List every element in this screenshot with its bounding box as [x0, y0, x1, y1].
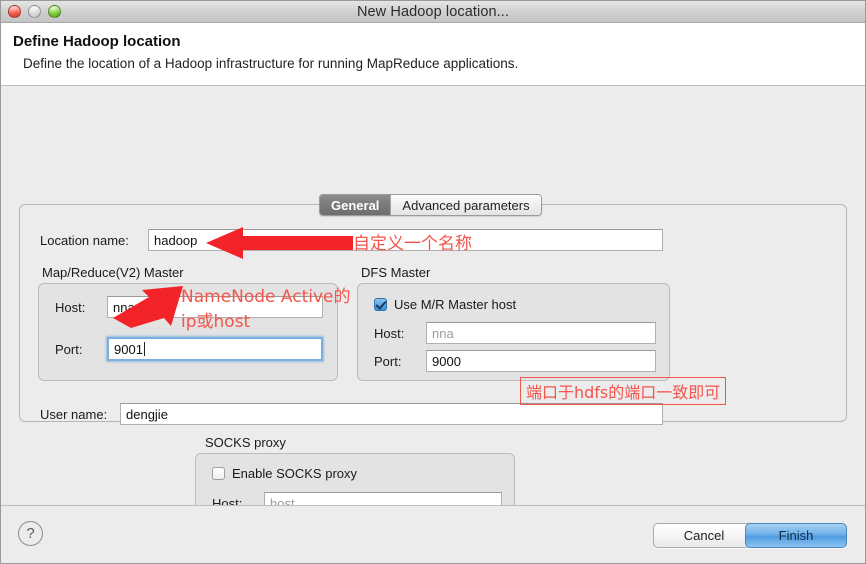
- minimize-window-button[interactable]: [28, 5, 41, 18]
- cancel-button[interactable]: Cancel: [653, 523, 755, 548]
- mr-port-input[interactable]: 9001: [107, 337, 323, 361]
- tab-bar: General Advanced parameters: [319, 194, 542, 216]
- location-name-input[interactable]: hadoop: [148, 229, 663, 251]
- help-icon[interactable]: ?: [18, 521, 43, 546]
- dfs-port-input[interactable]: 9000: [426, 350, 656, 372]
- tab-general[interactable]: General: [320, 195, 391, 215]
- general-tab-panel: Location name: hadoop Map/Reduce(V2) Mas…: [19, 204, 847, 521]
- page-subtitle: Define the location of a Hadoop infrastr…: [23, 56, 519, 71]
- dialog-footer: ? Cancel Finish: [1, 505, 865, 563]
- dfs-host-label: Host:: [374, 326, 405, 341]
- page-title: Define Hadoop location: [13, 33, 181, 50]
- close-window-button[interactable]: [8, 5, 21, 18]
- mapreduce-master-group: Host: nna Port: 9001: [38, 283, 338, 381]
- use-mr-master-host-checkbox[interactable]: [374, 298, 387, 311]
- location-name-value: hadoop: [154, 232, 198, 248]
- window-traffic-lights: [8, 5, 61, 18]
- zoom-window-button[interactable]: [48, 5, 61, 18]
- enable-socks-proxy-checkbox[interactable]: [212, 467, 225, 480]
- dfs-master-group-label: DFS Master: [361, 265, 431, 280]
- user-name-label: User name:: [40, 407, 108, 422]
- dfs-host-input[interactable]: nna: [426, 322, 656, 344]
- use-mr-master-host-label: Use M/R Master host: [394, 297, 517, 312]
- finish-button[interactable]: Finish: [745, 523, 847, 548]
- dfs-host-value: nna: [432, 325, 454, 341]
- mr-host-label: Host:: [55, 300, 86, 315]
- window-title: New Hadoop location...: [356, 3, 510, 20]
- tab-advanced-parameters[interactable]: Advanced parameters: [390, 195, 541, 215]
- location-name-label: Location name:: [40, 233, 129, 248]
- dialog-window: New Hadoop location... Define Hadoop loc…: [0, 0, 866, 564]
- mr-host-value: nna: [113, 299, 135, 315]
- dfs-port-label: Port:: [374, 354, 402, 369]
- title-bar: New Hadoop location...: [1, 1, 865, 23]
- text-caret: [143, 342, 145, 356]
- mapreduce-master-group-label: Map/Reduce(V2) Master: [42, 265, 184, 280]
- user-name-input[interactable]: dengjie: [120, 403, 663, 425]
- user-name-value: dengjie: [126, 406, 168, 422]
- mr-port-label: Port:: [55, 342, 83, 357]
- enable-socks-proxy-label: Enable SOCKS proxy: [232, 466, 358, 481]
- use-mr-master-host-row[interactable]: Use M/R Master host: [374, 297, 516, 312]
- mr-port-value: 9001: [114, 341, 143, 357]
- dfs-port-value: 9000: [432, 353, 461, 369]
- dfs-master-group: Use M/R Master host Host: nna Port: 9000: [357, 283, 670, 381]
- socks-proxy-group-label: SOCKS proxy: [205, 435, 286, 450]
- enable-socks-proxy-row[interactable]: Enable SOCKS proxy: [212, 466, 357, 481]
- dialog-body: General Advanced parameters Location nam…: [1, 86, 865, 563]
- mr-host-input[interactable]: nna: [107, 296, 323, 318]
- wizard-banner: Define Hadoop location Define the locati…: [1, 23, 865, 86]
